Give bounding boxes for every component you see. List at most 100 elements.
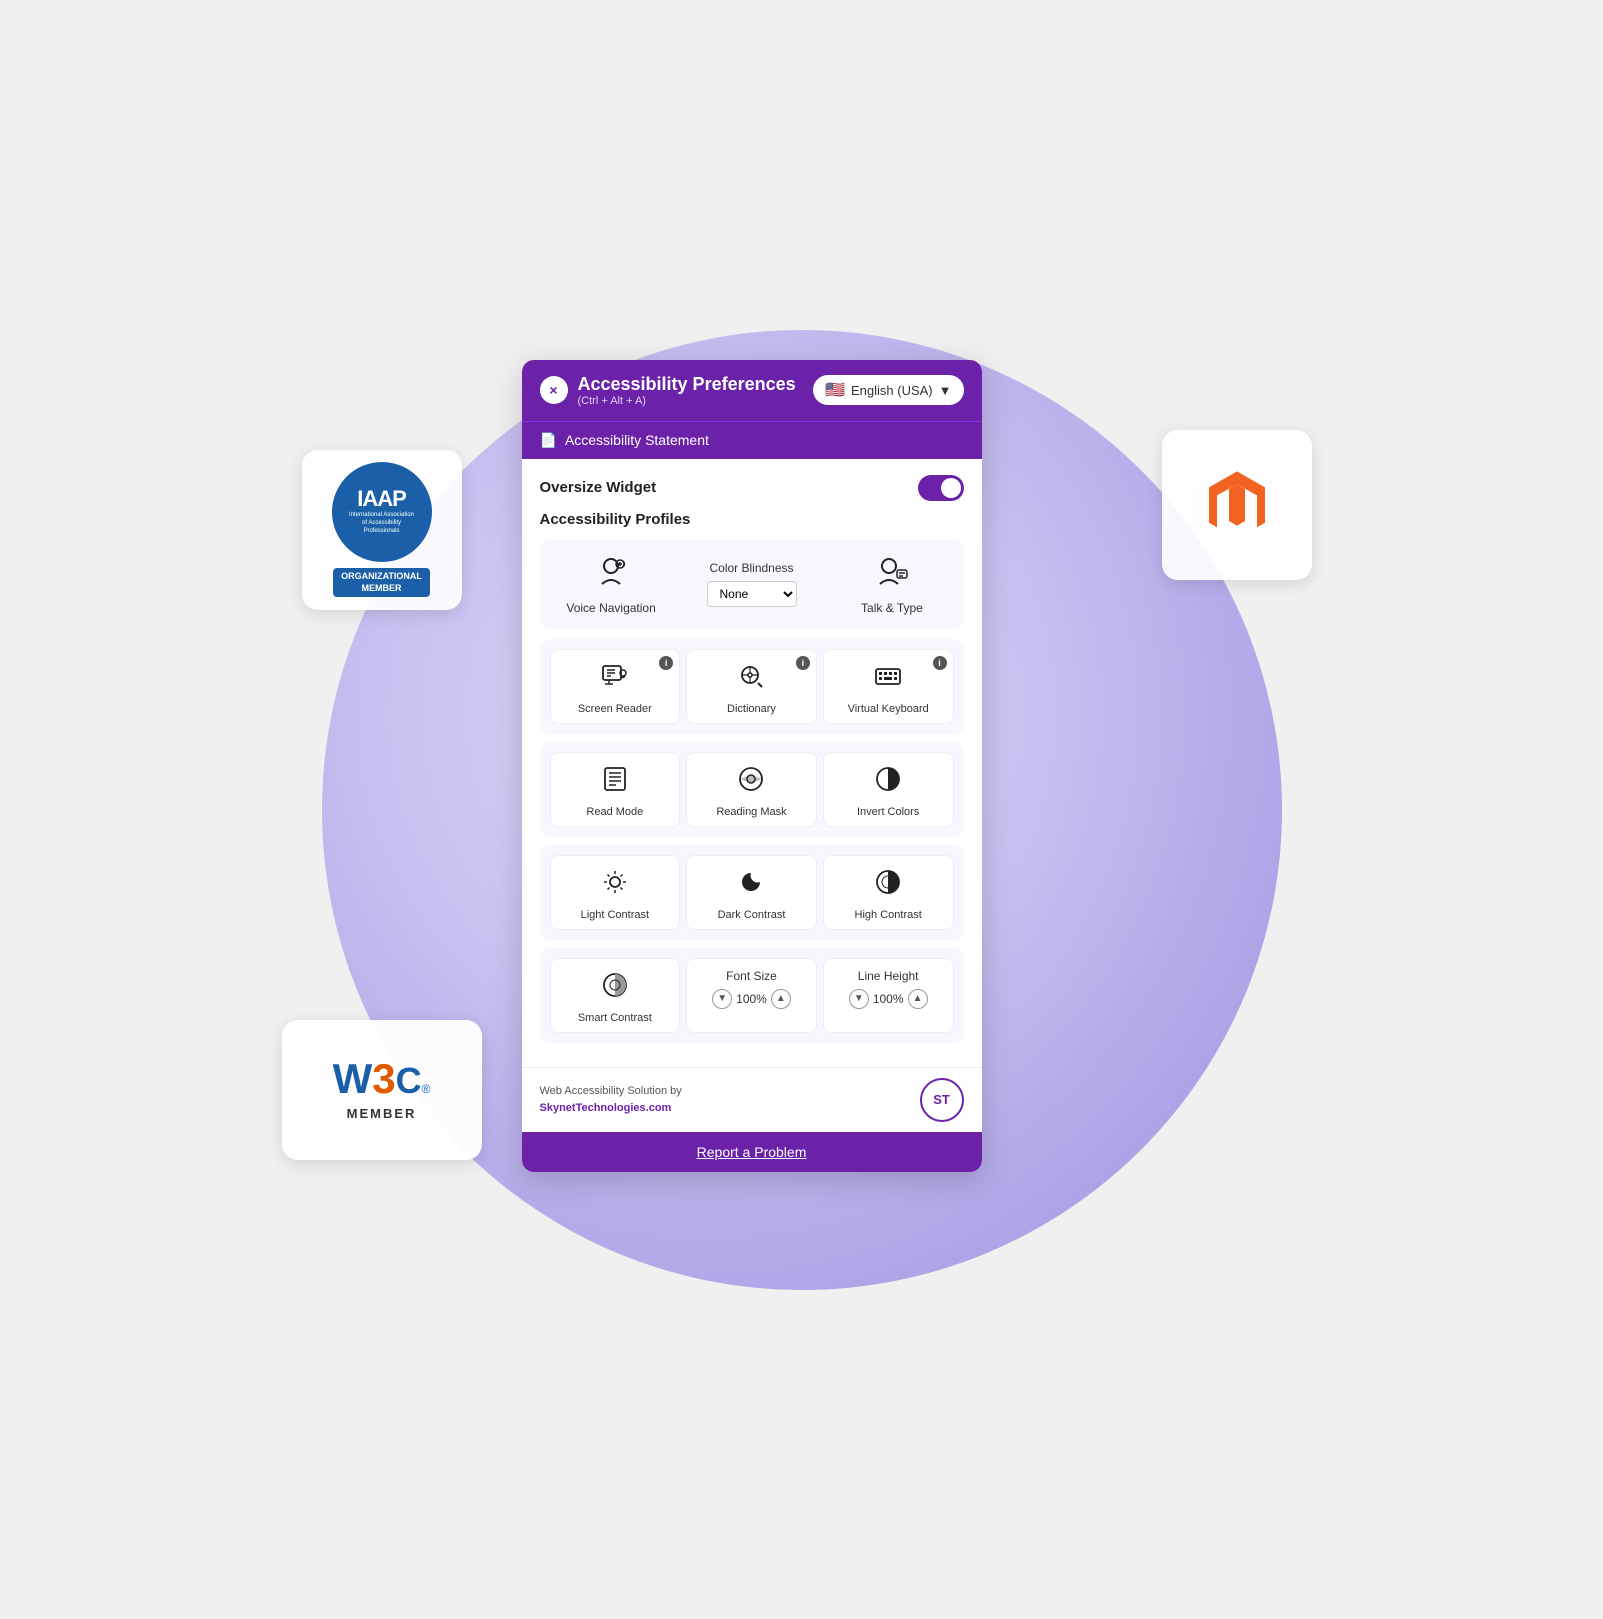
light-contrast-label: Light Contrast bbox=[581, 909, 649, 921]
dark-contrast-label: Dark Contrast bbox=[718, 909, 786, 921]
line-height-value: 100% bbox=[873, 992, 904, 1006]
dictionary-label: Dictionary bbox=[727, 703, 776, 715]
report-problem-button[interactable]: Report a Problem bbox=[522, 1132, 982, 1172]
invert-colors-label: Invert Colors bbox=[857, 806, 919, 818]
chevron-down-icon: ▼ bbox=[939, 383, 952, 398]
w3c-c: C bbox=[396, 1063, 422, 1099]
font-size-controls: ▼ 100% ▲ bbox=[712, 989, 791, 1009]
color-blindness-select[interactable]: None bbox=[707, 581, 797, 607]
voice-navigation-label: Voice Navigation bbox=[566, 601, 655, 615]
font-size-item: Font Size ▼ 100% ▲ bbox=[686, 958, 817, 1033]
footer-logo: ST bbox=[920, 1078, 964, 1122]
footer-logo-text: ST bbox=[933, 1092, 950, 1107]
virtual-keyboard-item[interactable]: i bbox=[823, 649, 954, 724]
high-contrast-item[interactable]: High Contrast bbox=[823, 855, 954, 930]
profiles-section-label: Accessibility Profiles bbox=[540, 511, 964, 528]
line-height-item: Line Height ▼ 100% ▲ bbox=[823, 958, 954, 1033]
light-contrast-icon bbox=[601, 868, 629, 903]
line-height-increase-button[interactable]: ▲ bbox=[908, 989, 928, 1009]
w3c-logo: W 3 C ® bbox=[333, 1058, 431, 1100]
footer-text-line1: Web Accessibility Solution by bbox=[540, 1085, 682, 1097]
w3c-reg: ® bbox=[422, 1082, 431, 1096]
font-size-label: Font Size bbox=[726, 969, 777, 983]
voice-navigation-icon bbox=[594, 554, 628, 595]
invert-colors-item[interactable]: Invert Colors bbox=[823, 752, 954, 827]
tools-grid-1: i Screen Reader bbox=[550, 649, 954, 724]
magento-badge bbox=[1162, 430, 1312, 580]
virtual-keyboard-label: Virtual Keyboard bbox=[848, 703, 929, 715]
smart-contrast-icon bbox=[601, 971, 629, 1006]
line-height-controls: ▼ 100% ▲ bbox=[849, 989, 928, 1009]
light-contrast-item[interactable]: Light Contrast bbox=[550, 855, 681, 930]
language-button[interactable]: 🇺🇸 English (USA) ▼ bbox=[813, 375, 963, 405]
lang-label: English (USA) bbox=[851, 383, 933, 398]
talk-and-type-item[interactable]: Talk & Type bbox=[834, 554, 949, 615]
high-contrast-icon bbox=[874, 868, 902, 903]
statement-icon: 📄 bbox=[540, 432, 557, 449]
screen-reader-item[interactable]: i Screen Reader bbox=[550, 649, 681, 724]
high-contrast-label: High Contrast bbox=[855, 909, 922, 921]
line-height-label: Line Height bbox=[858, 969, 919, 983]
tools-grid-3: Light Contrast Dark Contrast bbox=[550, 855, 954, 930]
footer-link[interactable]: SkynetTechnologies.com bbox=[540, 1102, 672, 1114]
color-blindness-label: Color Blindness bbox=[709, 561, 793, 575]
talk-type-icon bbox=[875, 554, 909, 595]
iaap-badge: IAAP International Associationof Accessi… bbox=[302, 450, 462, 610]
statement-label: Accessibility Statement bbox=[565, 432, 709, 448]
screen-reader-info-icon: i bbox=[659, 656, 673, 670]
statement-bar[interactable]: 📄 Accessibility Statement bbox=[522, 421, 982, 459]
line-height-decrease-button[interactable]: ▼ bbox=[849, 989, 869, 1009]
dark-contrast-item[interactable]: Dark Contrast bbox=[686, 855, 817, 930]
close-icon: × bbox=[549, 382, 557, 398]
profiles-row: Voice Navigation Color Blindness None bbox=[554, 554, 950, 615]
dictionary-info-icon: i bbox=[796, 656, 810, 670]
read-mode-label: Read Mode bbox=[586, 806, 643, 818]
oversize-label: Oversize Widget bbox=[540, 479, 657, 496]
smart-contrast-label: Smart Contrast bbox=[578, 1012, 652, 1024]
font-size-decrease-button[interactable]: ▼ bbox=[712, 989, 732, 1009]
footer-text: Web Accessibility Solution by SkynetTech… bbox=[540, 1083, 682, 1116]
talk-type-label: Talk & Type bbox=[861, 601, 923, 615]
flag-icon: 🇺🇸 bbox=[825, 380, 845, 400]
reading-mask-icon bbox=[737, 765, 765, 800]
voice-navigation-item[interactable]: Voice Navigation bbox=[554, 554, 669, 615]
widget-panel: × Accessibility Preferences (Ctrl + Alt … bbox=[522, 360, 982, 1172]
iaap-logo-text: IAAP bbox=[357, 488, 406, 510]
tools-row-4: Smart Contrast Font Size ▼ 100% ▲ Line H… bbox=[540, 948, 964, 1043]
magento-icon bbox=[1197, 465, 1277, 545]
header-title-block: Accessibility Preferences (Ctrl + Alt + … bbox=[578, 374, 796, 407]
dark-contrast-icon bbox=[737, 868, 765, 903]
w3c-member-label: MEMBER bbox=[347, 1106, 417, 1121]
widget-footer: Web Accessibility Solution by SkynetTech… bbox=[522, 1067, 982, 1132]
iaap-member-label: ORGANIZATIONALMEMBER bbox=[333, 568, 430, 597]
widget-body: Oversize Widget Accessibility Profiles bbox=[522, 459, 982, 1067]
screen-reader-label: Screen Reader bbox=[578, 703, 652, 715]
tools-row-3: Light Contrast Dark Contrast bbox=[540, 845, 964, 940]
screen-reader-icon bbox=[601, 662, 629, 697]
font-size-increase-button[interactable]: ▲ bbox=[771, 989, 791, 1009]
reading-mask-item[interactable]: Reading Mask bbox=[686, 752, 817, 827]
close-button[interactable]: × bbox=[540, 376, 568, 404]
tools-grid-2: Read Mode Reading Mask bbox=[550, 752, 954, 827]
header-title: Accessibility Preferences bbox=[578, 374, 796, 395]
dictionary-item[interactable]: i Dictionary bbox=[686, 649, 817, 724]
read-mode-item[interactable]: Read Mode bbox=[550, 752, 681, 827]
tools-row-2: Read Mode Reading Mask bbox=[540, 742, 964, 837]
iaap-sub-text: International Associationof Accessibilit… bbox=[349, 512, 414, 535]
header-subtitle: (Ctrl + Alt + A) bbox=[578, 395, 796, 407]
w3c-w: W bbox=[333, 1058, 373, 1100]
font-size-value: 100% bbox=[736, 992, 767, 1006]
virtual-keyboard-icon bbox=[874, 662, 902, 697]
oversize-widget-row: Oversize Widget bbox=[540, 475, 964, 501]
toggle-knob bbox=[941, 478, 961, 498]
header-left: × Accessibility Preferences (Ctrl + Alt … bbox=[540, 374, 796, 407]
widget-header: × Accessibility Preferences (Ctrl + Alt … bbox=[522, 360, 982, 421]
invert-colors-icon bbox=[874, 765, 902, 800]
oversize-toggle[interactable] bbox=[918, 475, 964, 501]
smart-contrast-item[interactable]: Smart Contrast bbox=[550, 958, 681, 1033]
scene: IAAP International Associationof Accessi… bbox=[252, 260, 1352, 1360]
color-blindness-block: Color Blindness None bbox=[677, 561, 827, 607]
read-mode-icon bbox=[601, 765, 629, 800]
w3c-badge: W 3 C ® MEMBER bbox=[282, 1020, 482, 1160]
iaap-circle: IAAP International Associationof Accessi… bbox=[332, 462, 432, 562]
